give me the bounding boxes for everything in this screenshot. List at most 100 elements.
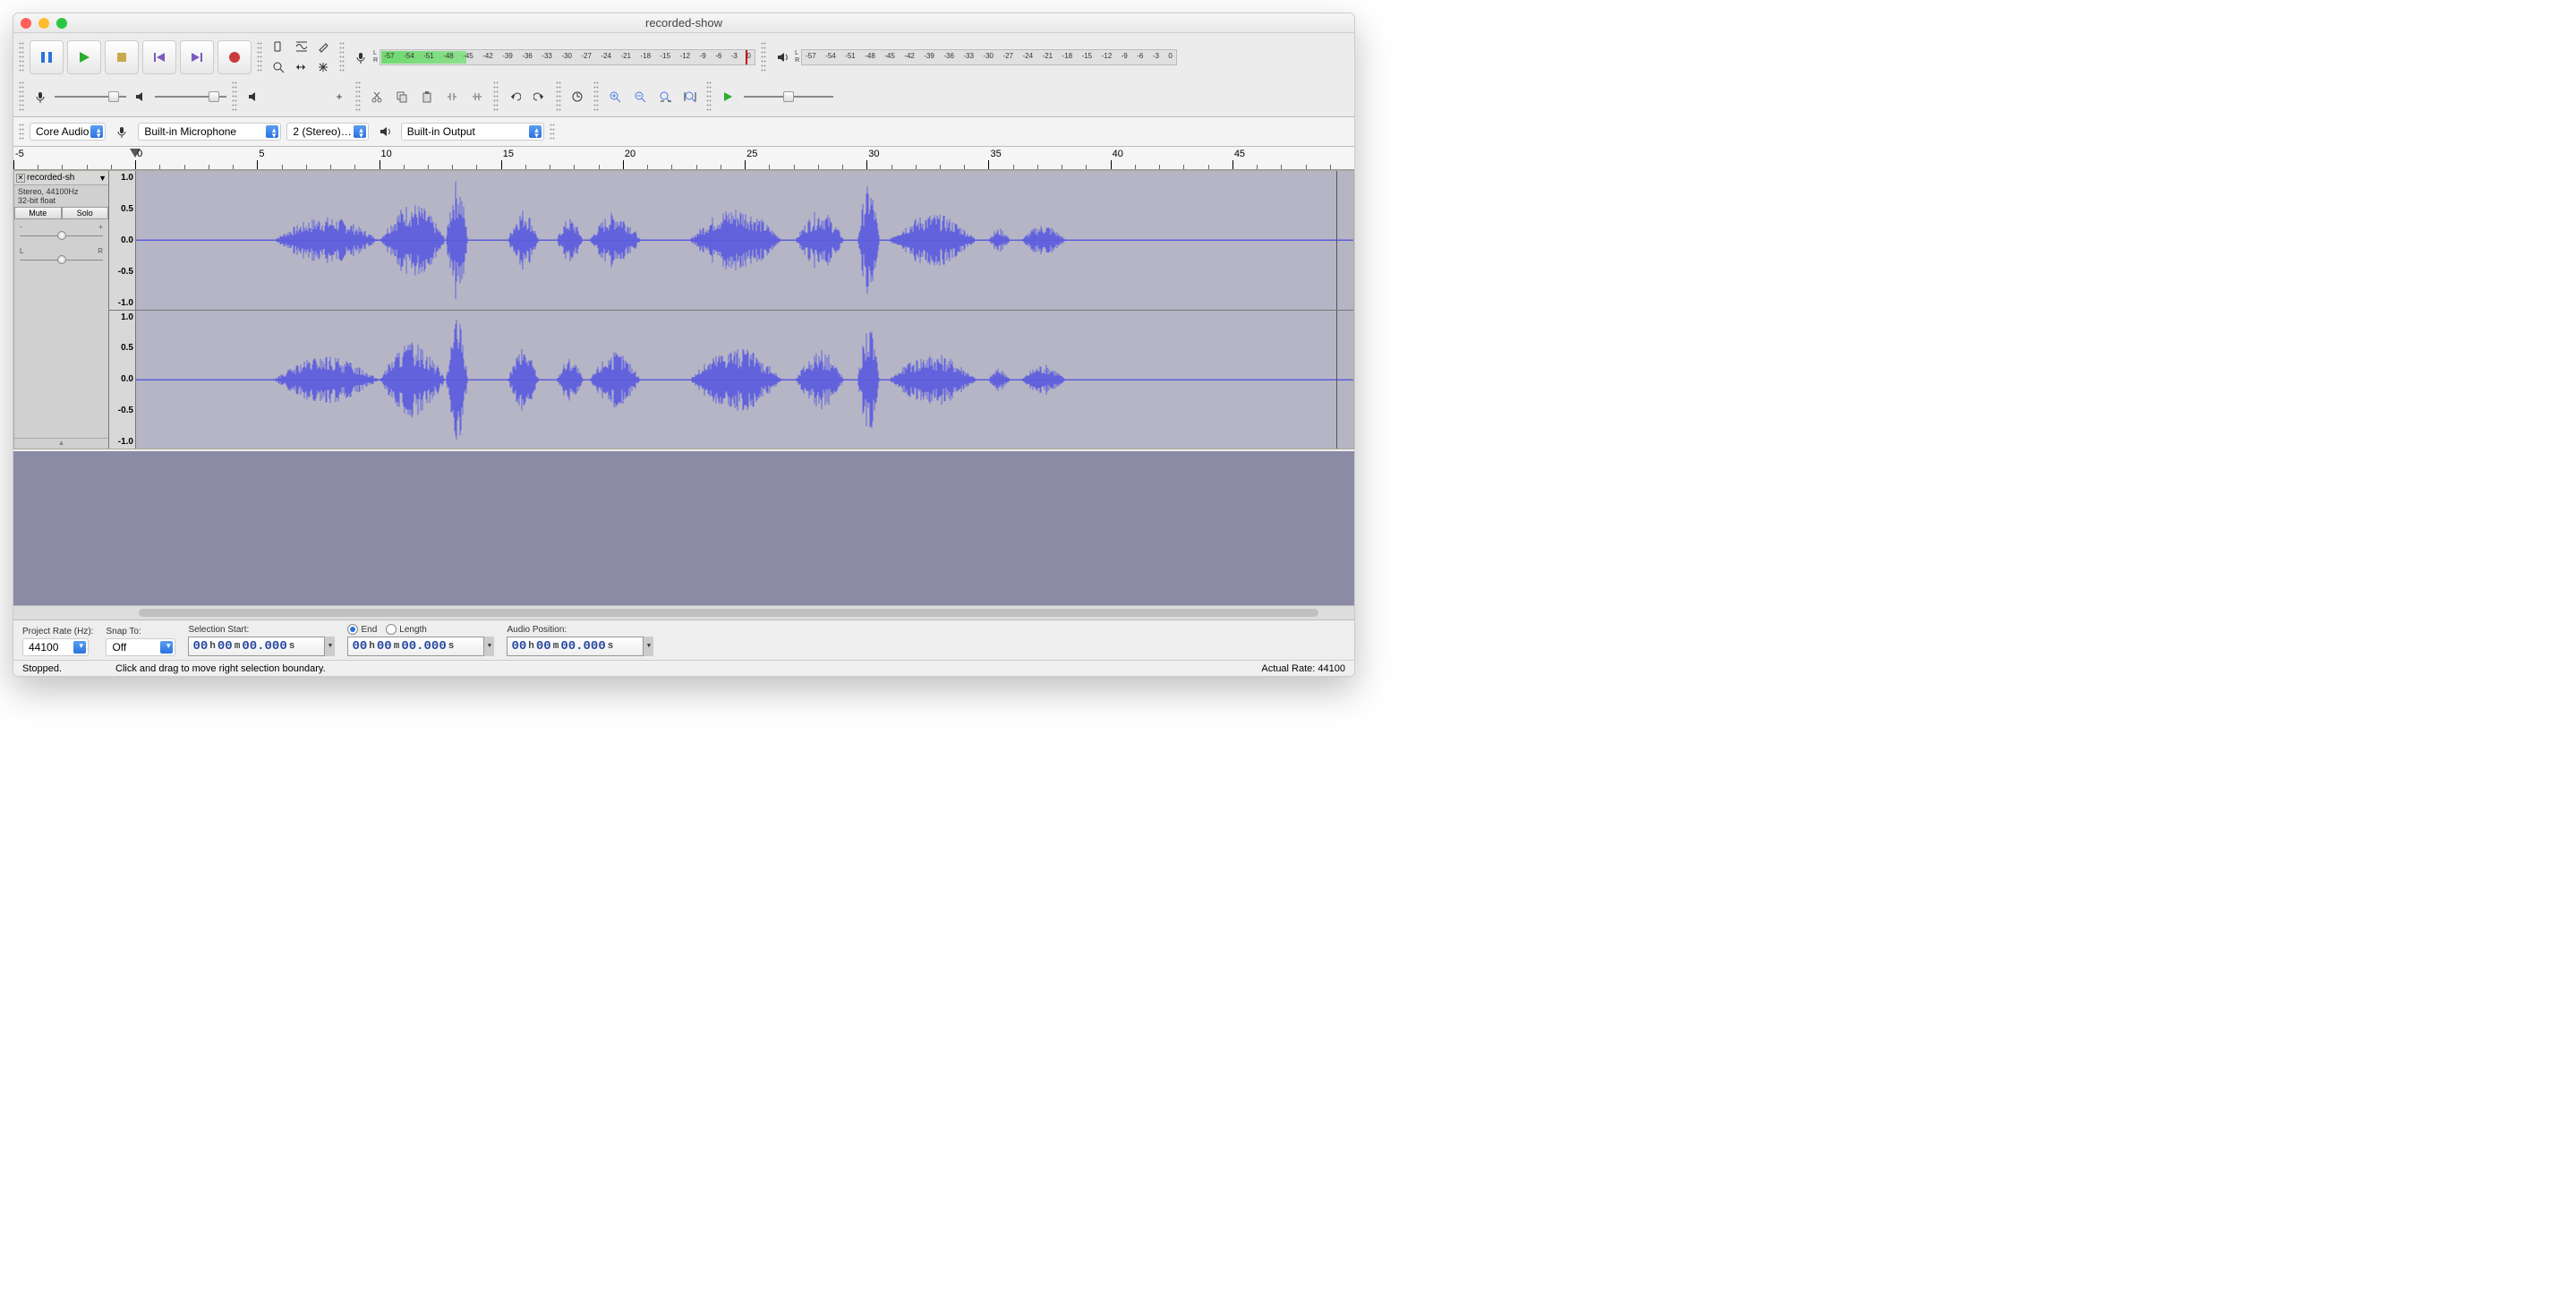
- toolbar-area: LR -57-54-51-48-45-42-39-36-33-30-27-24-…: [13, 33, 1354, 117]
- mixer-toolbar: [30, 86, 226, 107]
- toolbar-grip[interactable]: [232, 81, 237, 113]
- waveform-display: 1.00.50.0-0.5-1.0 1.00.50.0-0.5-1.0: [109, 171, 1353, 449]
- sync-lock-icon[interactable]: [567, 86, 588, 107]
- playback-device-select[interactable]: Built-in Output▴▾: [401, 123, 544, 141]
- toolbar-grip[interactable]: [493, 81, 499, 113]
- audio-position-time[interactable]: 00h00m00.000s ▼: [507, 637, 653, 656]
- transport-toolbar: [30, 40, 252, 74]
- zoom-toolbar: [604, 86, 701, 107]
- speaker-mute-icon[interactable]: [243, 86, 264, 107]
- fit-selection-icon[interactable]: [654, 86, 676, 107]
- plus-icon[interactable]: +: [328, 86, 350, 107]
- gain-slider[interactable]: [20, 233, 103, 240]
- empty-tracks-area[interactable]: [13, 451, 1354, 605]
- multi-tool[interactable]: [312, 56, 334, 78]
- time-format-menu[interactable]: ▼: [324, 637, 335, 656]
- toolbar-grip[interactable]: [706, 81, 712, 113]
- selection-tool[interactable]: [268, 36, 289, 57]
- play-button[interactable]: [67, 40, 101, 74]
- toolbar-grip[interactable]: [761, 41, 766, 73]
- zoom-out-icon[interactable]: [629, 86, 651, 107]
- gain-min-label: -: [20, 223, 22, 231]
- paste-icon[interactable]: [416, 86, 438, 107]
- device-toolbar: Core Audio▴▾ Built-in Microphone▴▾ 2 (St…: [13, 117, 1354, 147]
- play-at-speed-button[interactable]: [717, 86, 738, 107]
- selection-end-time[interactable]: 00h00m00.000s ▼: [347, 637, 494, 656]
- toolbar-grip[interactable]: [339, 41, 345, 73]
- toolbar-grip[interactable]: [19, 41, 24, 73]
- trim-icon[interactable]: [441, 86, 463, 107]
- playback-level-meter[interactable]: -57-54-51-48-45-42-39-36-33-30-27-24-21-…: [801, 49, 1177, 65]
- window-close-button[interactable]: [21, 18, 31, 29]
- recording-level-meter[interactable]: -57-54-51-48-45-42-39-36-33-30-27-24-21-…: [380, 49, 755, 65]
- draw-tool[interactable]: [312, 36, 334, 57]
- toolbar-grip[interactable]: [593, 81, 599, 113]
- fit-project-icon[interactable]: [679, 86, 701, 107]
- toolbar-grip[interactable]: [550, 123, 555, 141]
- pause-button[interactable]: [30, 40, 64, 74]
- audacity-window: recorded-show: [13, 13, 1355, 677]
- stop-button[interactable]: [105, 40, 139, 74]
- record-button[interactable]: [218, 40, 252, 74]
- timeline-ruler[interactable]: -505101520253035404550: [13, 147, 1354, 170]
- channel-left: 1.00.50.0-0.5-1.0: [109, 171, 1353, 311]
- window-controls: [21, 18, 67, 29]
- playback-speed-slider[interactable]: [744, 90, 833, 104]
- skip-start-button[interactable]: [142, 40, 176, 74]
- recording-meter: LR -57-54-51-48-45-42-39-36-33-30-27-24-…: [350, 47, 755, 68]
- snap-to-select[interactable]: Off▾: [106, 638, 175, 656]
- solo-button[interactable]: Solo: [62, 207, 109, 219]
- track-collapse-button[interactable]: ▲: [14, 438, 108, 449]
- toolbar-grip[interactable]: [556, 81, 561, 113]
- track-close-button[interactable]: ✕: [16, 174, 25, 183]
- selection-toolbar: Project Rate (Hz): 44100▾ Snap To: Off▾ …: [13, 620, 1354, 660]
- waveform-canvas-right[interactable]: [136, 311, 1353, 449]
- track-name: recorded-sh: [27, 173, 74, 183]
- mute-button[interactable]: Mute: [14, 207, 62, 219]
- actual-rate: Actual Rate: 44100: [1261, 663, 1345, 674]
- silence-icon[interactable]: [466, 86, 488, 107]
- scrollbar-thumb[interactable]: [139, 609, 1318, 617]
- pan-slider[interactable]: [20, 257, 103, 264]
- tracks-area: ✕ recorded-sh ▼ Stereo, 44100Hz 32-bit f…: [13, 170, 1354, 451]
- redo-icon[interactable]: [529, 86, 550, 107]
- playback-volume-slider[interactable]: [155, 90, 226, 104]
- zoom-tool[interactable]: [268, 56, 289, 78]
- end-radio[interactable]: End: [347, 624, 377, 635]
- recording-volume-slider[interactable]: [55, 90, 126, 104]
- toolbar-grip[interactable]: [257, 41, 262, 73]
- recording-device-select[interactable]: Built-in Microphone▴▾: [138, 123, 281, 141]
- cut-icon[interactable]: [366, 86, 388, 107]
- copy-icon[interactable]: [391, 86, 413, 107]
- status-hint: Click and drag to move right selection b…: [115, 663, 326, 674]
- toolbar-grip[interactable]: [355, 81, 361, 113]
- horizontal-scrollbar[interactable]: [13, 605, 1354, 620]
- meter-lr-label: LR: [373, 50, 378, 64]
- waveform-canvas-left[interactable]: [136, 171, 1353, 310]
- undo-icon[interactable]: [504, 86, 525, 107]
- snap-to-label: Snap To:: [106, 627, 175, 637]
- envelope-tool[interactable]: [290, 36, 311, 57]
- timeshift-tool[interactable]: [290, 56, 311, 78]
- recording-channels-select[interactable]: 2 (Stereo)…▴▾: [286, 123, 368, 141]
- length-radio[interactable]: Length: [386, 624, 427, 635]
- mic-icon[interactable]: [350, 47, 371, 68]
- speaker-icon[interactable]: [772, 47, 793, 68]
- project-rate-select[interactable]: 44100▾: [22, 638, 89, 656]
- audio-track: ✕ recorded-sh ▼ Stereo, 44100Hz 32-bit f…: [13, 170, 1354, 449]
- window-zoom-button[interactable]: [56, 18, 67, 29]
- selection-start-label: Selection Start:: [188, 625, 335, 635]
- status-state: Stopped.: [22, 663, 62, 674]
- audio-host-select[interactable]: Core Audio▴▾: [30, 123, 106, 141]
- zoom-in-icon[interactable]: [604, 86, 626, 107]
- selection-start-time[interactable]: 00h00m00.000s ▼: [188, 637, 335, 656]
- skip-end-button[interactable]: [180, 40, 214, 74]
- toolbar-grip[interactable]: [19, 123, 24, 141]
- track-menu-button[interactable]: ▼: [98, 174, 107, 183]
- speaker-icon: [130, 86, 151, 107]
- time-format-menu[interactable]: ▼: [483, 637, 494, 656]
- time-format-menu[interactable]: ▼: [643, 637, 653, 656]
- window-minimize-button[interactable]: [38, 18, 49, 29]
- toolbar-grip[interactable]: [19, 81, 24, 113]
- track-format-info: Stereo, 44100Hz 32-bit float: [14, 185, 108, 207]
